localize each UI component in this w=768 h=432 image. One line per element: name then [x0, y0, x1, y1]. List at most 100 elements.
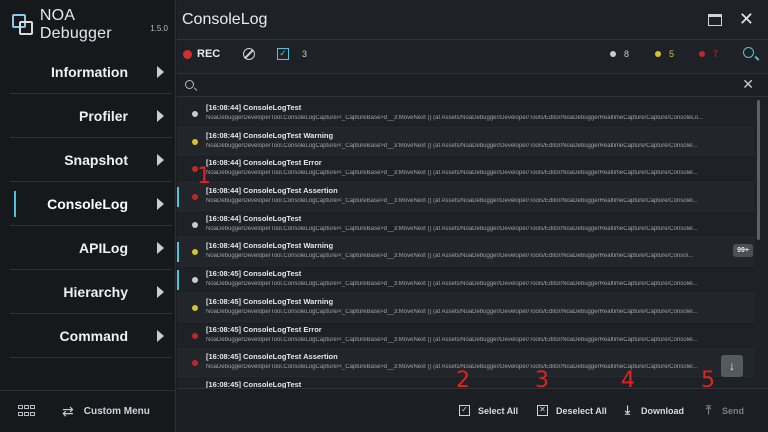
log-level-icon: [192, 277, 198, 284]
download-button[interactable]: ⤓ Download: [622, 403, 684, 417]
sidebar-item-command[interactable]: Command: [10, 314, 172, 358]
sidebar: NOA Debugger 1.5.0 Information Profiler …: [0, 0, 176, 432]
bottom-bar: ✓ Select All ✕ Deselect All ⤓ Download ⤒…: [177, 388, 768, 432]
log-stacktrace: NoaDebuggerDeveloperTool.ConsoleLogCaptu…: [206, 115, 703, 121]
sidebar-nav: Information Profiler Snapshot ConsoleLog…: [10, 50, 172, 358]
warning-level-icon: [192, 304, 198, 311]
collapse-count-badge: 99+: [733, 244, 753, 258]
header: ConsoleLog ✕: [177, 0, 768, 40]
close-icon[interactable]: ✕: [739, 9, 754, 30]
log-row[interactable]: [16:08:45] ConsoleLogTest NoaDebuggerDeve…: [177, 266, 755, 294]
log-stacktrace: NoaDebuggerDeveloperTool.ConsoleLogCaptu…: [206, 198, 698, 205]
select-all-button[interactable]: ✓ Select All: [459, 405, 518, 416]
log-list[interactable]: [16:08:44] ConsoleLogTest NoaDebuggerDeve…: [177, 100, 755, 388]
sidebar-item-apilog[interactable]: APILog: [10, 226, 172, 270]
log-row[interactable]: [16:08:44] ConsoleLogTest Assertion NoaDe…: [177, 183, 755, 211]
selection-indicator: [177, 187, 179, 208]
log-level-icon: [192, 111, 198, 117]
window-mode-icon[interactable]: [708, 14, 722, 26]
deselect-all-button[interactable]: ✕ Deselect All: [537, 405, 607, 416]
log-row[interactable]: [16:08:44] ConsoleLogTest Error NoaDebugg…: [177, 155, 755, 184]
search-icon: [185, 80, 194, 89]
chevron-right-icon: [157, 329, 164, 342]
search-bar: ✕: [177, 73, 768, 97]
sidebar-item-label: APILog: [79, 239, 128, 256]
sidebar-item-consolelog[interactable]: ConsoleLog: [10, 182, 172, 226]
log-message: [16:08:44] ConsoleLogTest Warning: [206, 130, 334, 140]
sidebar-item-label: Snapshot: [64, 151, 128, 168]
log-message: [16:08:44] ConsoleLogTest: [206, 213, 302, 223]
search-icon[interactable]: [743, 47, 754, 58]
filter-count: 5: [669, 49, 675, 59]
sidebar-item-hierarchy[interactable]: Hierarchy: [10, 270, 172, 314]
log-message: [16:08:45] ConsoleLogTest: [206, 379, 302, 388]
send-label: Send: [722, 405, 745, 416]
error-level-icon: [192, 332, 198, 339]
log-row[interactable]: [16:08:44] ConsoleLogTest Warning NoaDebu…: [177, 127, 755, 156]
collapse-checkbox[interactable]: ✓: [277, 48, 289, 60]
chevron-right-icon: [157, 65, 164, 78]
log-stacktrace: NoaDebuggerDeveloperTool.ConsoleLogCaptu…: [206, 253, 693, 260]
checkbox-checked-icon: ✓: [459, 405, 470, 416]
download-icon: ⤓: [624, 403, 631, 417]
arrow-down-icon: ↓: [729, 359, 735, 373]
clear-log-icon[interactable]: [243, 48, 255, 60]
warning-level-icon: [192, 138, 198, 145]
error-level-icon: [699, 51, 705, 57]
filter-count: 7: [713, 49, 719, 59]
sidebar-item-label: Command: [59, 327, 128, 344]
chevron-right-icon: [157, 153, 164, 166]
log-stacktrace: NoaDebuggerDeveloperTool.ConsoleLogCaptu…: [206, 308, 698, 315]
log-message: [16:08:44] ConsoleLogTest Error: [206, 158, 322, 168]
log-row[interactable]: [16:08:45] ConsoleLogTest Warning NoaDebu…: [177, 293, 755, 322]
filter-log-toggle[interactable]: 8: [610, 49, 629, 59]
sidebar-item-label: Profiler: [78, 107, 128, 124]
error-level-icon: [192, 360, 198, 367]
send-icon: ⤒: [705, 403, 712, 417]
log-row[interactable]: [16:08:45] ConsoleLogTest Error NoaDebugg…: [177, 322, 755, 350]
scrollbar[interactable]: [757, 100, 760, 240]
chevron-right-icon: [157, 197, 164, 210]
sidebar-item-snapshot[interactable]: Snapshot: [10, 138, 172, 182]
filter-warning-toggle[interactable]: 5: [655, 49, 674, 59]
log-stacktrace: NoaDebuggerDeveloperTool.ConsoleLogCaptu…: [206, 364, 698, 371]
sidebar-item-information[interactable]: Information: [10, 50, 172, 94]
swap-arrows-icon[interactable]: ⇄: [62, 403, 74, 420]
chevron-right-icon: [157, 109, 164, 122]
grid-menu-icon[interactable]: [18, 404, 36, 419]
toolbar: REC ✓ 3 8 5 7: [177, 40, 768, 70]
brand: NOA Debugger 1.5.0: [12, 7, 168, 42]
rec-icon[interactable]: [183, 50, 192, 59]
selection-indicator: [177, 270, 179, 291]
search-input[interactable]: [201, 77, 721, 93]
custom-menu-button[interactable]: Custom Menu: [84, 406, 150, 417]
clear-search-icon[interactable]: ✕: [742, 76, 754, 93]
log-message: [16:08:45] ConsoleLogTest: [206, 269, 302, 279]
sidebar-item-profiler[interactable]: Profiler: [10, 94, 172, 138]
scroll-to-bottom-button[interactable]: ↓: [721, 355, 743, 377]
send-button[interactable]: ⤒ Send: [703, 403, 745, 417]
select-all-label: Select All: [478, 405, 519, 416]
log-message: [16:08:44] ConsoleLogTest: [206, 103, 302, 112]
log-message: [16:08:45] ConsoleLogTest Warning: [206, 296, 334, 306]
collapse-count: 3: [302, 49, 308, 59]
chevron-right-icon: [157, 241, 164, 254]
log-stacktrace: NoaDebuggerDeveloperTool.ConsoleLogCaptu…: [206, 142, 698, 149]
log-row[interactable]: [16:08:44] ConsoleLogTest NoaDebuggerDeve…: [177, 100, 755, 128]
log-level-icon: [610, 51, 616, 57]
annotation-1: 1: [197, 164, 211, 189]
log-stacktrace: NoaDebuggerDeveloperTool.ConsoleLogCaptu…: [206, 170, 698, 177]
log-row[interactable]: [16:08:44] ConsoleLogTest Warning NoaDebu…: [177, 238, 755, 267]
log-message: [16:08:45] ConsoleLogTest Assertion: [206, 352, 338, 362]
warning-level-icon: [192, 249, 198, 256]
filter-error-toggle[interactable]: 7: [699, 49, 718, 59]
log-stacktrace: NoaDebuggerDeveloperTool.ConsoleLogCaptu…: [206, 225, 698, 232]
log-row[interactable]: [16:08:44] ConsoleLogTest NoaDebuggerDeve…: [177, 211, 755, 239]
sidebar-item-label: ConsoleLog: [47, 195, 128, 212]
log-level-icon: [192, 221, 198, 228]
sidebar-item-label: Hierarchy: [63, 283, 128, 300]
log-message: [16:08:45] ConsoleLogTest Error: [206, 324, 322, 334]
log-message: [16:08:44] ConsoleLogTest Warning: [206, 241, 334, 251]
page-title: ConsoleLog: [182, 11, 268, 28]
rec-button[interactable]: REC: [197, 48, 220, 60]
